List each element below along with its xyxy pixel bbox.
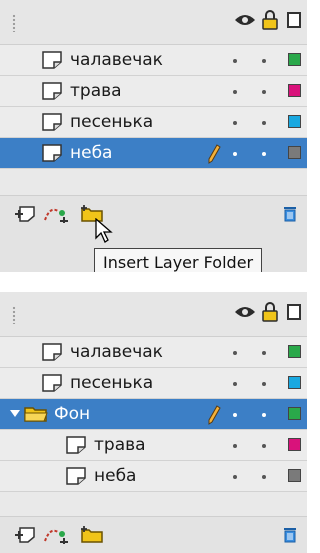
layers-toolbar	[0, 195, 307, 230]
new-layer-icon[interactable]	[14, 526, 36, 544]
visibility-dot[interactable]	[233, 152, 237, 156]
timeline-panel-after: чалавечак песенька Фон трава неба	[0, 292, 307, 553]
folder-expand-arrow-icon[interactable]	[10, 410, 20, 417]
empty-area	[0, 169, 307, 195]
layer-name[interactable]: трава	[94, 435, 146, 455]
layer-row[interactable]: песенька	[0, 368, 307, 399]
layer-row[interactable]: чалавечак	[0, 45, 307, 76]
lock-dot[interactable]	[262, 90, 266, 94]
pencil-icon	[208, 144, 221, 164]
layer-name[interactable]: чалавечак	[70, 342, 163, 362]
outline-color-swatch[interactable]	[288, 345, 301, 358]
layer-name[interactable]: неба	[94, 466, 136, 486]
visibility-dot[interactable]	[233, 475, 237, 479]
folder-name[interactable]: Фон	[54, 404, 90, 424]
lock-dot[interactable]	[262, 475, 266, 479]
motion-guide-icon[interactable]	[42, 205, 70, 223]
outline-color-swatch[interactable]	[288, 115, 301, 128]
layer-icon	[42, 113, 62, 131]
grip-handle[interactable]	[12, 14, 16, 32]
layer-icon	[42, 343, 62, 361]
grip-handle[interactable]	[12, 306, 16, 324]
lock-icon[interactable]	[262, 10, 278, 30]
layer-icon	[42, 51, 62, 69]
outline-color-swatch[interactable]	[288, 438, 301, 451]
visibility-dot[interactable]	[233, 90, 237, 94]
visibility-dot[interactable]	[233, 351, 237, 355]
outline-color-swatch[interactable]	[288, 84, 301, 97]
lock-icon[interactable]	[262, 302, 278, 322]
layer-name[interactable]: чалавечак	[70, 50, 163, 70]
layer-icon	[42, 82, 62, 100]
eye-icon[interactable]	[234, 305, 256, 319]
nested-layer-row[interactable]: трава	[0, 430, 307, 461]
eye-icon[interactable]	[234, 13, 256, 27]
layer-icon	[42, 374, 62, 392]
layer-row[interactable]: чалавечак	[0, 337, 307, 368]
layer-icon	[42, 144, 62, 162]
layers-header	[0, 292, 307, 337]
outline-color-swatch[interactable]	[288, 469, 301, 482]
visibility-dot[interactable]	[233, 382, 237, 386]
lock-dot[interactable]	[262, 382, 266, 386]
lock-dot[interactable]	[262, 152, 266, 156]
layer-icon	[66, 467, 86, 485]
folder-icon	[24, 407, 48, 422]
empty-area	[0, 492, 307, 516]
layer-name[interactable]: трава	[70, 81, 122, 101]
outline-color-swatch[interactable]	[288, 407, 301, 420]
layer-row-selected[interactable]: неба	[0, 138, 307, 169]
motion-guide-icon[interactable]	[42, 526, 70, 544]
layer-name[interactable]: песенька	[70, 373, 153, 393]
trash-icon[interactable]	[282, 204, 298, 222]
new-layer-icon[interactable]	[14, 205, 36, 223]
nested-layer-row[interactable]: неба	[0, 461, 307, 492]
layer-icon	[66, 436, 86, 454]
outline-color-swatch[interactable]	[288, 146, 301, 159]
outline-icon[interactable]	[287, 12, 301, 28]
layers-toolbar	[0, 516, 307, 553]
visibility-dot[interactable]	[233, 413, 237, 417]
lock-dot[interactable]	[262, 59, 266, 63]
layer-name[interactable]: неба	[70, 143, 112, 163]
trash-icon[interactable]	[282, 525, 298, 543]
lock-dot[interactable]	[262, 121, 266, 125]
layer-name[interactable]: песенька	[70, 112, 153, 132]
tooltip: Insert Layer Folder	[94, 248, 263, 272]
layer-row[interactable]: песенька	[0, 107, 307, 138]
lock-dot[interactable]	[262, 413, 266, 417]
lock-dot[interactable]	[262, 444, 266, 448]
folder-row-selected[interactable]: Фон	[0, 399, 307, 430]
visibility-dot[interactable]	[233, 59, 237, 63]
mouse-cursor-icon	[95, 218, 113, 243]
pencil-icon	[208, 405, 221, 425]
outline-color-swatch[interactable]	[288, 376, 301, 389]
new-folder-icon[interactable]	[80, 526, 104, 544]
visibility-dot[interactable]	[233, 444, 237, 448]
lock-dot[interactable]	[262, 351, 266, 355]
outline-icon[interactable]	[287, 304, 301, 320]
layers-header	[0, 0, 307, 45]
outline-color-swatch[interactable]	[288, 53, 301, 66]
visibility-dot[interactable]	[233, 121, 237, 125]
layer-row[interactable]: трава	[0, 76, 307, 107]
timeline-panel-before: чалавечак трава песенька неба Insert Lay…	[0, 0, 307, 272]
